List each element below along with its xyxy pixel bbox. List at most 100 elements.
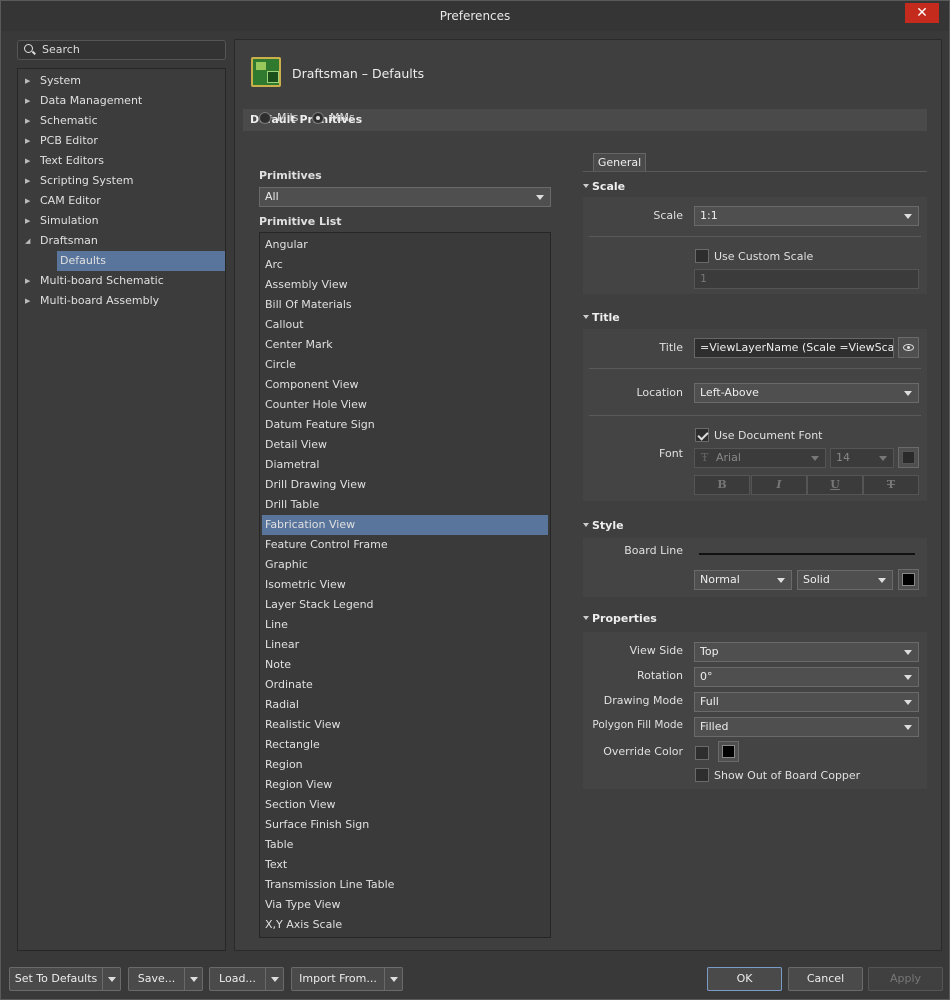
list-item[interactable]: Bill Of Materials (260, 295, 550, 315)
list-item[interactable]: Linear (260, 635, 550, 655)
save-button[interactable]: Save... (128, 967, 203, 991)
custom-scale-input[interactable]: 1 (694, 269, 919, 289)
expand-arrow-icon[interactable]: ▶ (25, 291, 30, 311)
strikethrough-button[interactable]: T (863, 475, 919, 495)
location-dropdown[interactable]: Left-Above (694, 383, 919, 403)
expand-arrow-icon[interactable]: ▶ (25, 171, 30, 191)
section-style[interactable]: Style (583, 519, 624, 532)
radio-mils[interactable]: Mils (259, 111, 298, 125)
apply-button[interactable]: Apply (868, 967, 943, 991)
radio-mms[interactable]: MMs (312, 111, 355, 125)
override-color-swatch[interactable] (718, 741, 739, 762)
rotation-dropdown[interactable]: 0° (694, 667, 919, 687)
search-input[interactable]: Search (17, 40, 226, 60)
list-item[interactable]: Layer Stack Legend (260, 595, 550, 615)
tree-item-pcb-editor[interactable]: ▶ PCB Editor (18, 131, 225, 151)
load-button[interactable]: Load... (209, 967, 284, 991)
list-item[interactable]: Assembly View (260, 275, 550, 295)
list-item[interactable]: Detail View (260, 435, 550, 455)
expand-arrow-icon[interactable]: ▶ (25, 271, 30, 291)
polygon-fill-mode-dropdown[interactable]: Filled (694, 717, 919, 737)
tree-item-text-editors[interactable]: ▶ Text Editors (18, 151, 225, 171)
list-item[interactable]: Drill Drawing View (260, 475, 550, 495)
list-item[interactable]: Text (260, 855, 550, 875)
list-item[interactable]: Radial (260, 695, 550, 715)
list-item[interactable]: Note (260, 655, 550, 675)
list-item[interactable]: Datum Feature Sign (260, 415, 550, 435)
collapse-arrow-icon[interactable]: ◢ (25, 231, 30, 251)
list-item[interactable]: Realistic View (260, 715, 550, 735)
expand-arrow-icon[interactable]: ▶ (25, 71, 30, 91)
list-item[interactable]: Feature Control Frame (260, 535, 550, 555)
list-item[interactable]: Transmission Line Table (260, 875, 550, 895)
primitive-list[interactable]: Angular Arc Assembly View Bill Of Materials… (259, 232, 551, 938)
italic-button[interactable]: I (751, 475, 807, 495)
radio-circle[interactable] (259, 112, 271, 124)
list-item[interactable]: Counter Hole View (260, 395, 550, 415)
list-item[interactable]: Callout (260, 315, 550, 335)
list-item[interactable]: Fabrication View (262, 515, 548, 535)
chevron-down-icon[interactable] (265, 968, 283, 990)
preview-button[interactable] (898, 337, 919, 358)
chevron-down-icon[interactable] (102, 968, 120, 990)
font-color-swatch[interactable] (898, 447, 919, 468)
tree-item-multi-board-schematic[interactable]: ▶ Multi-board Schematic (18, 271, 225, 291)
tree-item-multi-board-assembly[interactable]: ▶ Multi-board Assembly (18, 291, 225, 311)
tree-item-draftsman[interactable]: ◢ Draftsman (18, 231, 225, 251)
drawing-mode-dropdown[interactable]: Full (694, 692, 919, 712)
show-out-of-board-copper-checkbox[interactable] (695, 768, 709, 782)
list-item[interactable]: Ordinate (260, 675, 550, 695)
tree-item-cam-editor[interactable]: ▶ CAM Editor (18, 191, 225, 211)
list-item[interactable]: Center Mark (260, 335, 550, 355)
section-title[interactable]: Title (583, 311, 620, 324)
tree-item-defaults[interactable]: Defaults (57, 251, 225, 271)
expand-arrow-icon[interactable]: ▶ (25, 91, 30, 111)
expand-arrow-icon[interactable]: ▶ (25, 191, 30, 211)
line-weight-dropdown[interactable]: Normal (694, 570, 792, 590)
list-item[interactable]: Diametral (260, 455, 550, 475)
tab-general[interactable]: General (593, 153, 646, 172)
set-to-defaults-button[interactable]: Set To Defaults (9, 967, 121, 991)
bold-button[interactable]: B (694, 475, 750, 495)
font-name-dropdown[interactable]: Ŧ Arial (694, 448, 826, 468)
use-document-font-checkbox[interactable] (695, 428, 709, 442)
cancel-button[interactable]: Cancel (788, 967, 863, 991)
chevron-down-icon[interactable] (384, 968, 402, 990)
list-item[interactable]: Region View (260, 775, 550, 795)
line-color-swatch[interactable] (898, 569, 919, 590)
list-item[interactable]: Line (260, 615, 550, 635)
list-item[interactable]: Surface Finish Sign (260, 815, 550, 835)
override-color-checkbox[interactable] (695, 746, 709, 760)
view-side-dropdown[interactable]: Top (694, 642, 919, 662)
list-item[interactable]: Graphic (260, 555, 550, 575)
expand-arrow-icon[interactable]: ▶ (25, 111, 30, 131)
expand-arrow-icon[interactable]: ▶ (25, 131, 30, 151)
scale-dropdown[interactable]: 1:1 (694, 206, 919, 226)
underline-button[interactable]: U (807, 475, 863, 495)
tree-item-simulation[interactable]: ▶ Simulation (18, 211, 225, 231)
radio-circle-selected[interactable] (312, 112, 324, 124)
list-item[interactable]: Rectangle (260, 735, 550, 755)
close-button[interactable]: ✕ (905, 3, 939, 23)
primitives-dropdown[interactable]: All (259, 187, 551, 207)
tree-item-system[interactable]: ▶ System (18, 71, 225, 91)
list-item[interactable]: Section View (260, 795, 550, 815)
expand-arrow-icon[interactable]: ▶ (25, 151, 30, 171)
section-scale[interactable]: Scale (583, 180, 625, 193)
list-item[interactable]: Via Type View (260, 895, 550, 915)
tree-item-data-management[interactable]: ▶ Data Management (18, 91, 225, 111)
section-properties[interactable]: Properties (583, 612, 657, 625)
list-item[interactable]: Isometric View (260, 575, 550, 595)
use-custom-scale-checkbox[interactable] (695, 249, 709, 263)
ok-button[interactable]: OK (707, 967, 782, 991)
list-item[interactable]: Component View (260, 375, 550, 395)
list-item[interactable]: Drill Table (260, 495, 550, 515)
list-item[interactable]: Circle (260, 355, 550, 375)
list-item[interactable]: Angular (260, 235, 550, 255)
tree-item-schematic[interactable]: ▶ Schematic (18, 111, 225, 131)
import-from-button[interactable]: Import From... (291, 967, 403, 991)
list-item[interactable]: X,Y Axis Scale (260, 915, 550, 935)
expand-arrow-icon[interactable]: ▶ (25, 211, 30, 231)
list-item[interactable]: Table (260, 835, 550, 855)
list-item[interactable]: Arc (260, 255, 550, 275)
